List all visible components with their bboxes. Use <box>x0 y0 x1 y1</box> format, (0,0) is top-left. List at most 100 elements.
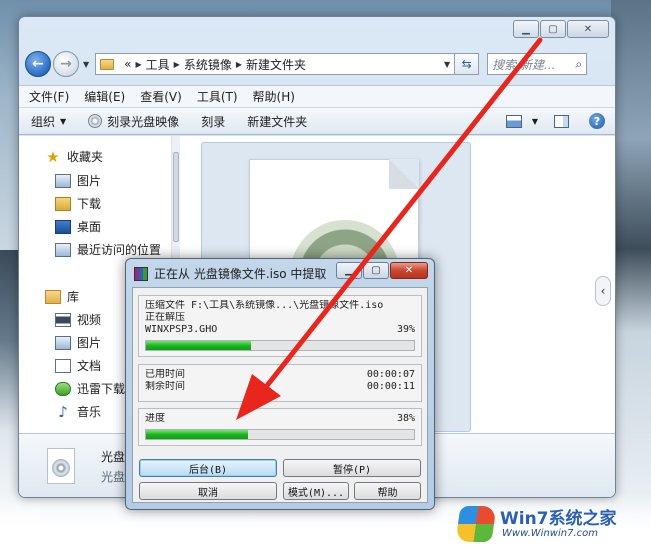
organize-label: 组织 <box>31 114 56 129</box>
current-file-row: WINXPSP3.GHO 39% <box>145 324 415 336</box>
sidebar-item-label: 音乐 <box>77 405 102 419</box>
total-row: 进度 38% <box>145 413 415 425</box>
breadcrumb-new-folder[interactable]: 新建文件夹 <box>246 56 306 73</box>
watermark-url: Www.Winwin7.com <box>502 528 598 539</box>
sidebar-item-documents[interactable]: 文档 <box>55 357 101 374</box>
burn-button[interactable]: 刻录 <box>201 113 225 130</box>
preview-pane-icon[interactable] <box>554 114 569 128</box>
close-button[interactable]: ✕ <box>567 20 609 38</box>
search-placeholder: 搜索 新建... <box>492 57 556 72</box>
elapsed-label: 已用时间 <box>145 369 185 380</box>
mode-button[interactable]: 模式(M)... <box>283 482 349 500</box>
background-button[interactable]: 后台(B) <box>139 459 277 477</box>
menu-tools[interactable]: 工具(T) <box>197 88 238 105</box>
details-file-type: 光盘 <box>101 470 126 484</box>
new-folder-label: 新建文件夹 <box>247 114 308 129</box>
sidebar-favorites[interactable]: ★ 收藏夹 <box>45 148 103 165</box>
sidebar-item-label: 图片 <box>77 174 102 188</box>
dialog-body: 压缩文件 F:\工具\系统镜像...\光盘镜像文件.iso 正在解压 WINXP… <box>132 287 428 503</box>
sidebar-item-label: 迅雷下载 <box>77 382 126 396</box>
video-icon <box>55 312 71 327</box>
view-icon[interactable] <box>505 114 522 128</box>
chevron-right-icon[interactable]: ▶ <box>136 60 142 69</box>
recent-places-icon <box>55 242 71 257</box>
chevron-down-icon[interactable]: ▼ <box>532 117 538 126</box>
minimize-button[interactable]: ▁ <box>513 20 539 38</box>
menu-edit[interactable]: 编辑(E) <box>84 88 125 105</box>
total-progress-fill <box>146 430 248 439</box>
file-percent: 39% <box>396 324 415 335</box>
breadcrumb-tools[interactable]: 工具 <box>146 56 170 73</box>
sidebar-item-label: 视频 <box>77 313 102 327</box>
music-icon: ♪ <box>58 402 68 421</box>
sidebar-item-label: 桌面 <box>77 220 102 234</box>
sidebar-favorites-label: 收藏夹 <box>67 150 104 164</box>
file-progress-fill <box>146 341 251 350</box>
help-button[interactable]: 帮助 <box>354 482 421 500</box>
sidebar-item-label: 文档 <box>77 359 102 373</box>
scrollbar-thumb[interactable] <box>173 152 179 242</box>
watermark-brand: Win7系统之家 <box>500 509 617 529</box>
navigation-bar: ← → ▼ « ▶ 工具 ▶ 系统镜像 ▶ 新建文件夹 ▼ ⇆ 搜索 新建...… <box>25 49 609 79</box>
forward-button[interactable]: → <box>53 51 79 77</box>
dialog-minimize-button[interactable]: ▁ <box>336 262 362 279</box>
recent-pages-dropdown[interactable]: ▼ <box>83 60 89 69</box>
command-bar: 组织 ▼ 刻录光盘映像 刻录 新建文件夹 ▼ ? <box>19 107 615 135</box>
sidebar-libraries[interactable]: 库 <box>45 288 79 305</box>
navigation-pane-scrollbar[interactable] <box>171 136 180 276</box>
menu-bar: 文件(F) 编辑(E) 查看(V) 工具(T) 帮助(H) <box>19 85 615 107</box>
total-progress-group: 进度 38% <box>138 408 422 446</box>
sidebar-item-videos[interactable]: 视频 <box>55 311 101 328</box>
pictures-icon <box>55 173 71 188</box>
dialog-title-bar: 正在从 光盘镜像文件.iso 中提取 <box>134 265 326 282</box>
sidebar-item-xunlei[interactable]: 迅雷下载 <box>55 380 125 397</box>
maximize-button[interactable]: ▢ <box>540 20 566 38</box>
search-input[interactable]: 搜索 新建... ⌕ <box>487 53 588 75</box>
search-icon[interactable]: ⌕ <box>575 57 582 72</box>
sidebar-item-music[interactable]: ♪ 音乐 <box>55 403 101 420</box>
dialog-close-button[interactable]: ✕ <box>390 262 428 279</box>
new-folder-button[interactable]: 新建文件夹 <box>247 113 307 130</box>
refresh-button[interactable]: ⇆ <box>455 53 480 75</box>
chevron-down-icon[interactable]: ▼ <box>444 60 450 69</box>
desktop-icon <box>55 219 71 234</box>
sidebar-item-pictures[interactable]: 图片 <box>55 172 101 189</box>
menu-help[interactable]: 帮助(H) <box>253 88 295 105</box>
breadcrumb-overflow[interactable]: « <box>124 57 131 71</box>
menu-view[interactable]: 查看(V) <box>140 88 182 105</box>
total-label: 进度 <box>145 413 165 424</box>
minimize-icon: ▁ <box>522 23 530 35</box>
refresh-icon: ⇆ <box>461 57 472 71</box>
chevron-right-icon[interactable]: ▶ <box>174 60 180 69</box>
pause-button[interactable]: 暂停(P) <box>283 459 421 477</box>
total-percent: 38% <box>396 413 415 424</box>
chevron-right-icon[interactable]: ▶ <box>236 60 242 69</box>
organize-button[interactable]: 组织 ▼ <box>31 113 66 130</box>
breadcrumb-system-images[interactable]: 系统镜像 <box>184 56 232 73</box>
back-button[interactable]: ← <box>25 51 51 77</box>
burn-image-button[interactable]: 刻录光盘映像 <box>88 113 179 130</box>
sidebar-item-downloads[interactable]: 下载 <box>55 195 101 212</box>
xunlei-icon <box>55 381 71 396</box>
dialog-title: 正在从 光盘镜像文件.iso 中提取 <box>154 267 327 281</box>
address-bar[interactable]: « ▶ 工具 ▶ 系统镜像 ▶ 新建文件夹 ▼ <box>95 53 456 75</box>
help-icon[interactable]: ? <box>589 113 605 129</box>
star-icon: ★ <box>46 147 60 166</box>
total-progress-bar <box>145 429 415 440</box>
maximize-icon: ▢ <box>548 23 558 35</box>
sidebar-item-lib-pictures[interactable]: 图片 <box>55 334 101 351</box>
dialog-maximize-button[interactable]: ▢ <box>363 262 389 279</box>
sidebar-item-desktop[interactable]: 桌面 <box>55 218 101 235</box>
chevron-left-icon[interactable]: ‹ <box>595 276 611 306</box>
sidebar-item-recent[interactable]: 最近访问的位置 <box>55 241 161 258</box>
cancel-button[interactable]: 取消 <box>139 482 277 500</box>
menu-file[interactable]: 文件(F) <box>29 88 69 105</box>
disc-file-icon <box>47 448 75 484</box>
remaining-label: 剩余时间 <box>145 381 185 392</box>
page-fold <box>389 159 419 189</box>
window-caption-buttons: ▁ ▢ ✕ <box>512 20 609 38</box>
archive-path-row: 压缩文件 F:\工具\系统镜像...\光盘镜像文件.iso <box>145 300 415 312</box>
desktop-background-right <box>611 0 651 553</box>
burn-label: 刻录 <box>201 114 226 129</box>
status-row: 正在解压 <box>145 312 415 324</box>
